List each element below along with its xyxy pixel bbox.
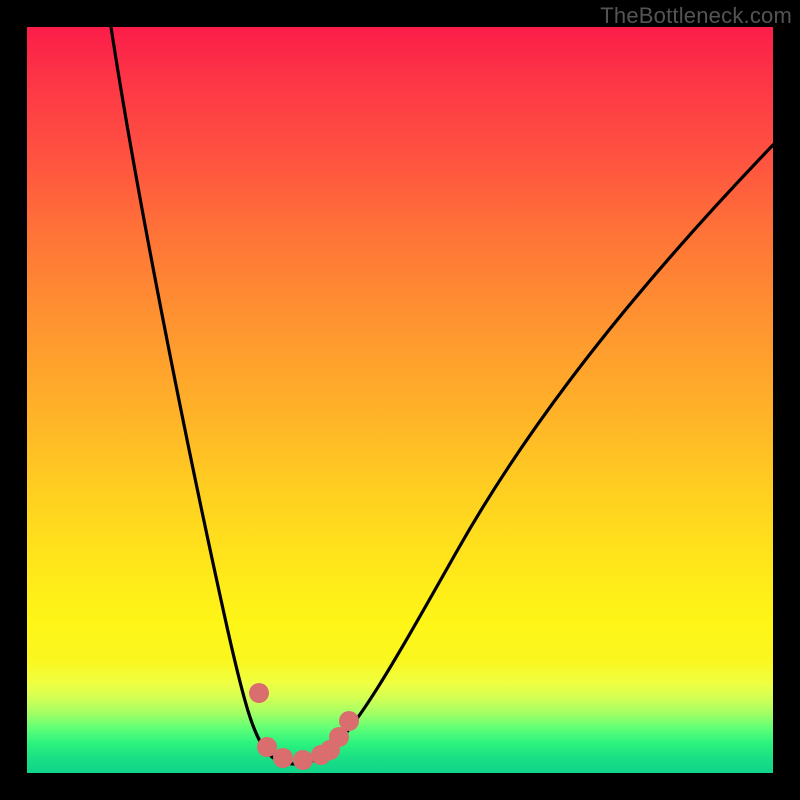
marker-dot bbox=[339, 711, 359, 731]
chart-frame bbox=[27, 27, 773, 773]
watermark-text: TheBottleneck.com bbox=[600, 3, 792, 29]
curve-path bbox=[111, 27, 773, 764]
marker-dot bbox=[293, 750, 313, 770]
valley-markers bbox=[249, 683, 359, 770]
marker-dot bbox=[249, 683, 269, 703]
bottleneck-curve bbox=[27, 27, 773, 773]
marker-dot bbox=[273, 748, 293, 768]
